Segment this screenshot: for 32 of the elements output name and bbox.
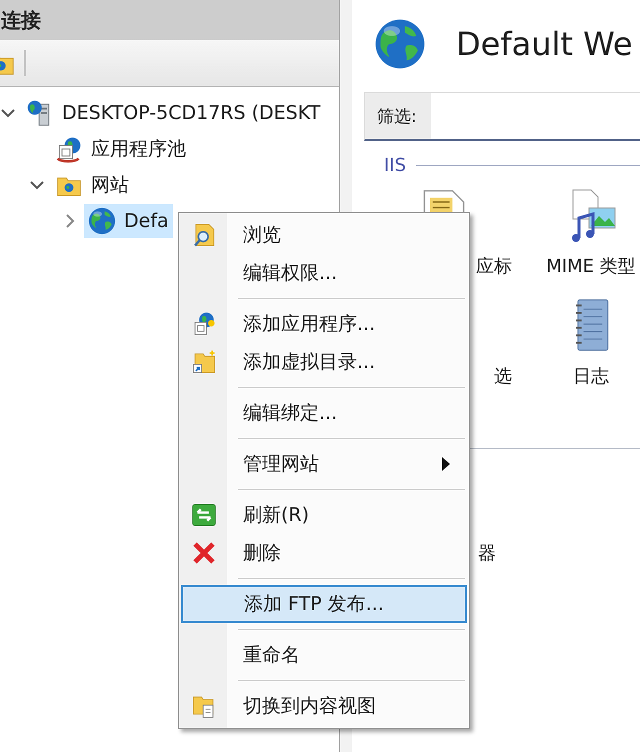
menu-item[interactable]: 添加虚拟目录... bbox=[181, 343, 467, 381]
submenu-arrow-icon bbox=[442, 457, 450, 471]
folder-magnifier-icon bbox=[191, 222, 217, 248]
refresh-icon bbox=[191, 502, 217, 528]
menu-item[interactable]: 删除 bbox=[181, 534, 467, 572]
menu-item[interactable]: 编辑权限... bbox=[181, 254, 467, 292]
feature-label[interactable]: 选 bbox=[494, 364, 512, 388]
feature-label[interactable]: MIME 类型 bbox=[546, 254, 636, 278]
feature-label[interactable]: 器 bbox=[478, 541, 496, 565]
app-pool-icon bbox=[55, 135, 83, 163]
pane-title: 连接 bbox=[1, 6, 41, 34]
menu-item[interactable]: 添加 FTP 发布... bbox=[181, 585, 467, 623]
filter-label: 筛选: bbox=[365, 93, 431, 139]
menu-item[interactable]: 刷新(R) bbox=[181, 496, 467, 534]
menu-item[interactable]: 编辑绑定... bbox=[181, 394, 467, 432]
tree-item[interactable]: Defa bbox=[84, 204, 173, 238]
group-heading: IIS bbox=[384, 155, 406, 176]
delete-icon bbox=[191, 540, 217, 566]
folder-shortcut-icon bbox=[191, 349, 217, 375]
page-title: Default We bbox=[456, 25, 633, 63]
tree-item[interactable]: 网站 bbox=[51, 168, 133, 202]
tree-item[interactable]: 应用程序池 bbox=[51, 132, 190, 166]
tree-item[interactable]: DESKTOP-5CD17RS (DESKT bbox=[22, 96, 324, 130]
feature-label[interactable]: 应标 bbox=[476, 254, 512, 278]
globe-icon bbox=[88, 207, 116, 235]
menu-item[interactable]: 切换到内容视图 bbox=[181, 687, 467, 725]
feature-label[interactable]: 日志 bbox=[573, 364, 609, 388]
globe-icon bbox=[374, 18, 426, 70]
menu-item[interactable]: 浏览 bbox=[181, 216, 467, 254]
menu-item[interactable]: 添加应用程序... bbox=[181, 305, 467, 343]
menu-item[interactable]: 管理网站 bbox=[181, 445, 467, 483]
menu-item[interactable]: 重命名 bbox=[181, 636, 467, 674]
